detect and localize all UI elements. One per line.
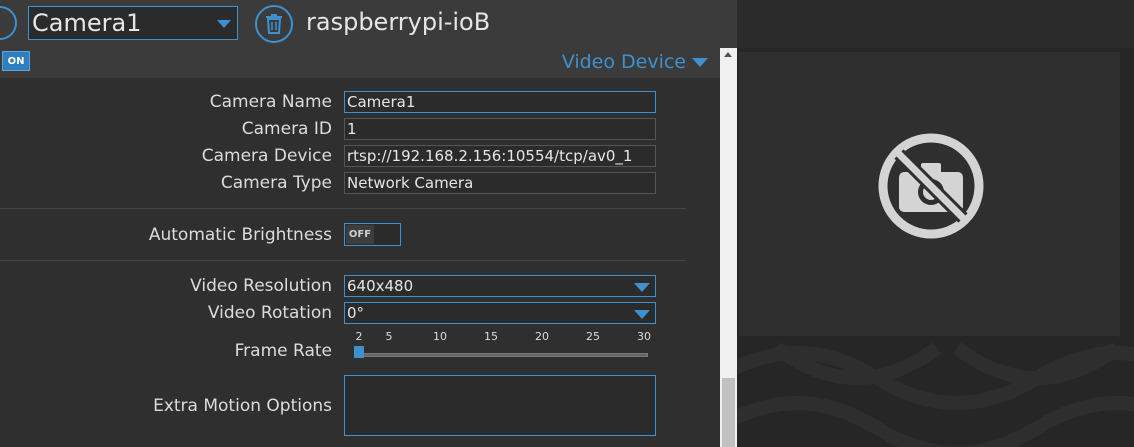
scrollbar-thumb[interactable]: [722, 378, 735, 447]
chevron-down-icon: [217, 20, 231, 28]
frame-rate-tick: 2: [355, 330, 363, 343]
camera-select[interactable]: Camera1: [28, 6, 238, 40]
frame-rate-slider-track[interactable]: [357, 353, 648, 357]
camera-preview: [737, 48, 1134, 447]
camera-menu-button[interactable]: [0, 6, 17, 40]
camera-device-input[interactable]: rtsp://192.168.2.156:10554/tcp/av0_1: [344, 145, 656, 167]
trash-icon: [266, 14, 282, 34]
video-rotation-value: 0°: [347, 304, 365, 322]
section-title-text: Video Device: [561, 51, 686, 73]
auto-brightness-toggle[interactable]: OFF: [344, 223, 401, 246]
chevron-down-icon: [634, 310, 650, 319]
video-resolution-value: 640x480: [347, 277, 414, 295]
vertical-scrollbar[interactable]: [720, 48, 737, 447]
settings-panel: ON Video Device Camera Name Camera1 Came…: [0, 48, 720, 447]
video-resolution-label: Video Resolution: [190, 276, 332, 296]
camera-type-label: Camera Type: [220, 173, 332, 193]
video-rotation-select[interactable]: 0°: [344, 302, 656, 324]
divider: [0, 260, 686, 261]
extra-motion-label: Extra Motion Options: [153, 396, 332, 416]
frame-rate-label: Frame Rate: [234, 341, 332, 361]
video-rotation-label: Video Rotation: [207, 303, 332, 323]
camera-id-label: Camera ID: [241, 119, 332, 139]
video-resolution-select[interactable]: 640x480: [344, 275, 656, 297]
camera-device-label: Camera Device: [201, 146, 332, 166]
scroll-up-icon[interactable]: [724, 52, 732, 57]
camera-name-label: Camera Name: [209, 92, 332, 112]
toggle-state: OFF: [346, 225, 374, 244]
chevron-down-icon: [692, 58, 708, 67]
no-camera-icon: [878, 133, 984, 239]
frame-rate-tick: 10: [433, 330, 447, 343]
frame-rate-tick: 20: [535, 330, 549, 343]
chevron-down-icon: [634, 283, 650, 292]
frame-rate-tick: 5: [385, 330, 393, 343]
camera-name-input[interactable]: Camera1: [344, 91, 656, 113]
frame-rate-tick: 25: [586, 330, 600, 343]
section-title[interactable]: Video Device: [562, 50, 708, 74]
frame-rate-tick: 30: [637, 330, 651, 343]
top-bar-right: [737, 0, 1134, 48]
frame-rate-tick: 15: [484, 330, 498, 343]
camera-id-input[interactable]: 1: [344, 118, 656, 140]
camera-type-input: Network Camera: [344, 172, 656, 194]
delete-camera-button[interactable]: [255, 5, 293, 43]
preview-frame: [739, 52, 1120, 336]
section-enable-toggle[interactable]: ON: [2, 51, 30, 71]
section-header: ON Video Device: [0, 48, 720, 78]
top-bar: Camera1 raspberrypi-ioB: [0, 0, 737, 48]
auto-brightness-label: Automatic Brightness: [148, 225, 332, 245]
divider: [0, 208, 686, 209]
extra-motion-textarea[interactable]: [344, 375, 656, 436]
frame-rate-slider-handle[interactable]: [354, 346, 364, 358]
host-name: raspberrypi-ioB: [306, 8, 491, 36]
camera-select-value: Camera1: [32, 9, 142, 37]
